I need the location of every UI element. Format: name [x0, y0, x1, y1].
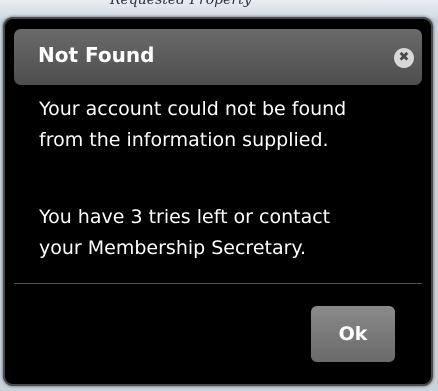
background-page-strip: Requested Property — [0, 0, 438, 18]
message-line: You have 3 tries left or contact — [39, 206, 331, 228]
ok-button[interactable]: Ok — [311, 306, 395, 362]
close-icon: ✖ — [398, 50, 410, 65]
message-line: Your account could not be found — [39, 98, 347, 120]
not-found-dialog: Not Found ✖ Your account could not be fo… — [3, 17, 433, 386]
message-line: your Membership Secretary. — [39, 237, 306, 259]
background-page-text: Requested Property — [110, 0, 252, 8]
dialog-title: Not Found — [38, 43, 155, 67]
dialog-divider — [14, 283, 422, 284]
close-button[interactable]: ✖ — [394, 48, 414, 68]
dialog-message-paragraph-1: Your account could not be found from the… — [39, 94, 346, 156]
dialog-titlebar: Not Found ✖ — [14, 29, 422, 85]
dialog-message-paragraph-2: You have 3 tries left or contact your Me… — [39, 202, 330, 264]
message-line: from the information supplied. — [39, 129, 329, 151]
